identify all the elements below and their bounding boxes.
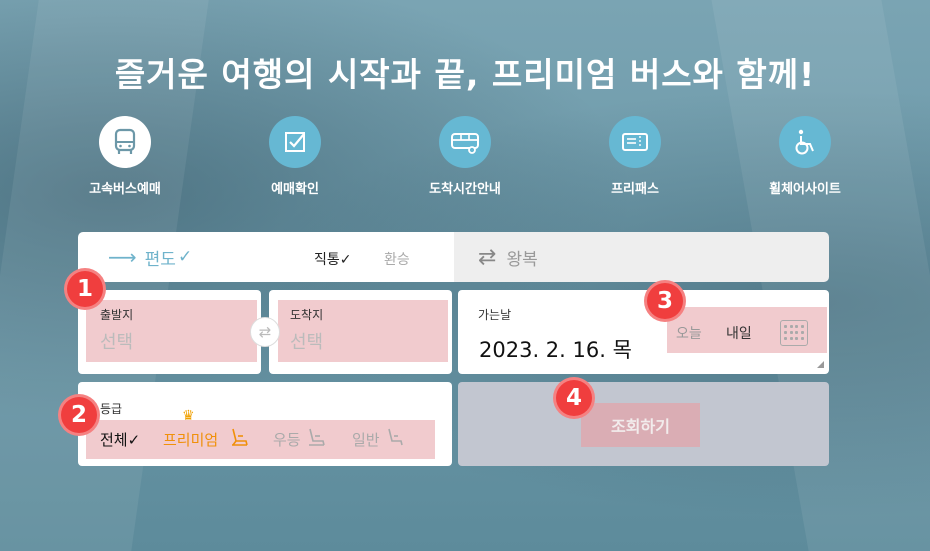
date-value[interactable]: 2023. 2. 16. 목 bbox=[479, 334, 632, 364]
normal-seat-icon bbox=[388, 428, 403, 446]
ticket-icon bbox=[609, 116, 661, 168]
step-badge-4: 4 bbox=[553, 377, 595, 419]
premium-seat-icon bbox=[232, 428, 248, 446]
menu-item-wheelchair-site[interactable]: 휠체어사이트 bbox=[740, 116, 870, 197]
route-direct-option[interactable]: 직통✓ bbox=[314, 249, 352, 269]
swap-stations-button[interactable]: ⇄ bbox=[250, 317, 280, 347]
wheelchair-icon bbox=[779, 116, 831, 168]
today-button[interactable]: 오늘 bbox=[676, 323, 702, 343]
grade-label: 등급 bbox=[100, 402, 123, 416]
grade-normal-option[interactable]: 일반 bbox=[352, 429, 380, 450]
menu-label: 휠체어사이트 bbox=[769, 182, 841, 197]
route-transfer-option[interactable]: 환승 bbox=[384, 249, 410, 269]
tab-round-trip[interactable]: ⇄ 왕복 bbox=[454, 232, 829, 282]
deluxe-seat-icon bbox=[309, 428, 325, 446]
date-label: 가는날 bbox=[478, 308, 512, 322]
bus-icon bbox=[99, 116, 151, 168]
menu-item-express-bus-booking[interactable]: 고속버스예매 bbox=[60, 116, 190, 197]
menu-item-free-pass[interactable]: 프리패스 bbox=[570, 116, 700, 197]
main-menu: 고속버스예매 예매확인 도착시간안내 프리패스 휠체어사이트 bbox=[60, 116, 870, 197]
page-headline: 즐거운 여행의 시작과 끝, 프리미엄 버스와 함께! bbox=[114, 55, 816, 94]
menu-label: 도착시간안내 bbox=[429, 182, 501, 197]
swap-arrows-icon: ⇄ bbox=[478, 244, 497, 270]
step-badge-2: 2 bbox=[58, 394, 100, 436]
menu-label: 고속버스예매 bbox=[89, 182, 161, 197]
check-icon: ✓ bbox=[177, 247, 193, 267]
arrival-value[interactable]: 선택 bbox=[290, 328, 323, 354]
bus-side-icon bbox=[439, 116, 491, 168]
departure-value[interactable]: 선택 bbox=[100, 328, 133, 354]
step-badge-3: 3 bbox=[644, 280, 686, 322]
resize-handle-icon bbox=[817, 361, 824, 368]
round-trip-label: 왕복 bbox=[506, 249, 538, 270]
arrival-label: 도착지 bbox=[290, 308, 324, 322]
grade-deluxe-option[interactable]: 우등 bbox=[273, 429, 301, 450]
one-way-label: 편도 bbox=[144, 249, 176, 270]
menu-item-arrival-time[interactable]: 도착시간안내 bbox=[400, 116, 530, 197]
step-badge-1: 1 bbox=[64, 268, 106, 310]
checkbox-icon bbox=[269, 116, 321, 168]
tomorrow-button[interactable]: 내일 bbox=[726, 323, 752, 343]
tab-one-way[interactable]: ⟶ 편도 ✓ 직통✓ 환승 bbox=[78, 232, 454, 282]
menu-label: 프리패스 bbox=[611, 182, 659, 197]
calendar-icon[interactable] bbox=[780, 320, 808, 346]
trip-type-tabs: ⟶ 편도 ✓ 직통✓ 환승 ⇄ 왕복 bbox=[78, 232, 829, 282]
crown-icon: ♛ bbox=[182, 408, 195, 424]
departure-label: 출발지 bbox=[100, 308, 134, 322]
arrow-right-icon: ⟶ bbox=[108, 245, 137, 269]
menu-item-booking-check[interactable]: 예매확인 bbox=[230, 116, 360, 197]
search-button[interactable]: 조회하기 bbox=[581, 403, 700, 447]
grade-premium-option[interactable]: 프리미엄 bbox=[163, 429, 218, 450]
menu-label: 예매확인 bbox=[271, 182, 319, 197]
grade-all-option[interactable]: 전체✓ bbox=[100, 429, 140, 450]
